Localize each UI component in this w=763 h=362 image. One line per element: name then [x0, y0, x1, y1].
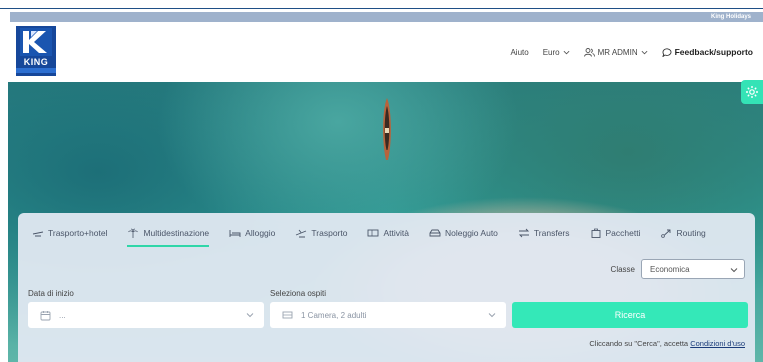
start-date-value: ...	[59, 310, 66, 320]
tab-label: Attività	[383, 228, 409, 238]
palm-tree-icon	[128, 228, 139, 238]
search-button[interactable]: Ricerca	[512, 302, 748, 328]
tab-transport[interactable]: Trasporto	[295, 213, 347, 253]
tab-activities[interactable]: Attività	[367, 213, 409, 253]
brand-strip-text: King Holidays	[710, 14, 751, 20]
terms-prefix: Cliccando su "Cerca", accetta	[589, 339, 691, 348]
top-bar: King Holidays	[0, 0, 763, 22]
package-icon	[591, 228, 600, 238]
boat-image	[383, 98, 391, 160]
chat-bubble-icon	[661, 47, 672, 57]
chevron-down-icon	[641, 50, 648, 54]
bed-icon	[282, 311, 293, 319]
plane-icon	[296, 229, 307, 238]
chevron-down-icon	[730, 268, 738, 273]
class-select[interactable]: Economica	[641, 259, 745, 279]
tab-label: Trasporto	[311, 228, 348, 238]
tab-label: Alloggio	[245, 228, 276, 238]
gear-icon	[746, 86, 758, 98]
tab-label: Routing	[676, 228, 706, 238]
currency-label: Euro	[542, 47, 560, 57]
king-logo[interactable]: KING	[16, 26, 56, 76]
crown-k-icon	[20, 28, 52, 56]
top-divider	[0, 8, 763, 9]
terms-notice: Cliccando su "Cerca", accetta Condizioni…	[589, 339, 745, 348]
tab-label: Multidestinazione	[143, 228, 210, 238]
class-value: Economica	[650, 264, 690, 274]
logo-subbar	[16, 68, 56, 73]
tab-label: Pacchetti	[605, 228, 641, 238]
brand-strip: King Holidays	[10, 12, 763, 22]
tab-label: Noleggio Auto	[444, 228, 498, 238]
product-tabs: Trasporto+hotel Multidestinazione Allogg…	[18, 213, 755, 253]
guests-input[interactable]: 1 Camera, 2 adulti	[270, 302, 506, 328]
route-icon	[661, 229, 671, 238]
logo-text: KING	[23, 57, 49, 67]
chevron-down-icon	[246, 313, 254, 318]
feedback-link[interactable]: Feedback/supporto	[661, 47, 753, 57]
tab-multidestination[interactable]: Multidestinazione	[127, 213, 209, 253]
bed-icon	[229, 230, 241, 237]
tab-transport-hotel[interactable]: Trasporto+hotel	[32, 213, 107, 253]
tab-label: Transfers	[533, 228, 570, 238]
help-link[interactable]: Aiuto	[510, 48, 528, 57]
guests-value: 1 Camera, 2 adulti	[301, 310, 367, 320]
feedback-label: Feedback/supporto	[674, 47, 753, 57]
tab-transfers[interactable]: Transfers	[518, 213, 570, 253]
user-menu[interactable]: MR ADMIN	[583, 47, 648, 57]
transfer-arrows-icon	[518, 228, 530, 238]
chevron-down-icon	[563, 50, 570, 54]
tab-label: Trasporto+hotel	[48, 228, 108, 238]
currency-dropdown[interactable]: Euro	[543, 48, 570, 57]
start-date-input[interactable]: ...	[28, 302, 264, 328]
help-label: Aiuto	[510, 47, 529, 57]
calendar-icon	[40, 310, 51, 320]
site-header: KING Aiuto Euro MR ADMIN Feedback/suppor…	[0, 22, 763, 82]
transport-hotel-icon	[32, 231, 44, 237]
tab-routing[interactable]: Routing	[660, 213, 706, 253]
search-panel: Trasporto+hotel Multidestinazione Allogg…	[18, 213, 755, 362]
tab-accommodation[interactable]: Alloggio	[229, 213, 275, 253]
chevron-down-icon	[488, 313, 496, 318]
class-label: Classe	[610, 264, 635, 274]
tab-car-rental[interactable]: Noleggio Auto	[429, 213, 498, 253]
users-icon	[583, 47, 595, 57]
top-nav: Aiuto Euro MR ADMIN Feedback/supporto	[510, 44, 753, 60]
car-icon	[429, 229, 441, 237]
ticket-icon	[368, 229, 379, 237]
class-row: Classe Economica	[611, 259, 745, 279]
user-label: MR ADMIN	[597, 47, 638, 57]
start-date-label: Data di inizio	[28, 289, 74, 298]
terms-link[interactable]: Condizioni d'uso	[690, 339, 745, 348]
settings-button[interactable]	[741, 80, 763, 104]
guests-label: Seleziona ospiti	[270, 289, 327, 298]
tab-packages[interactable]: Pacchetti	[590, 213, 641, 253]
